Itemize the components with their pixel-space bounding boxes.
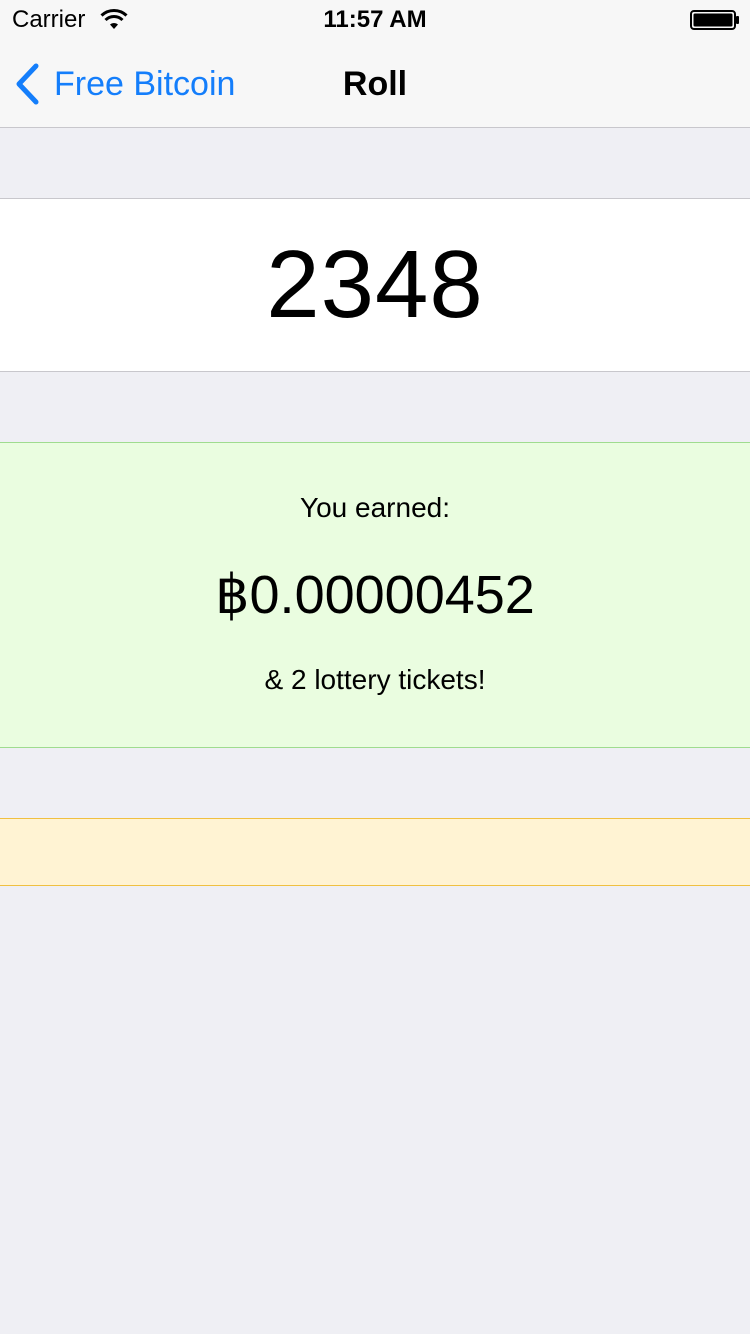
earned-tickets: & 2 lottery tickets! [264, 664, 486, 695]
earnings-card: You earned: ฿0.00000452 & 2 lottery tick… [0, 442, 750, 748]
earned-label: You earned: [300, 492, 450, 523]
earned-amount: ฿0.00000452 [215, 565, 535, 625]
notice-banner [0, 818, 750, 886]
battery-icon [690, 10, 739, 30]
page-title: Roll [342, 65, 408, 103]
status-time: 11:57 AM [323, 6, 427, 33]
status-bar: Carrier 11:57 AM [0, 0, 750, 40]
roll-number: 2348 [266, 231, 484, 338]
navigation-bar: Free Bitcoin Roll [0, 40, 750, 128]
roll-result-card: 2348 [0, 198, 750, 372]
